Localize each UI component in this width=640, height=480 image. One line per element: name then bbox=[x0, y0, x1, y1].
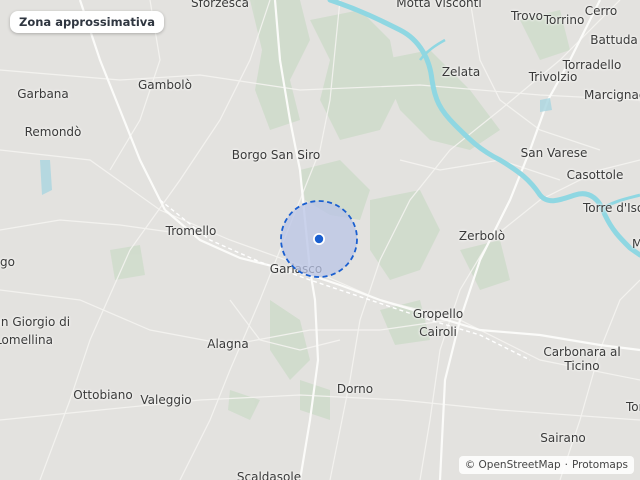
attribution-osm-link[interactable]: © OpenStreetMap bbox=[465, 459, 561, 471]
map-attribution: © OpenStreetMap · Protomaps bbox=[458, 456, 634, 474]
map-view[interactable]: Sforzesca Motta Visconti Trovo Torrino C… bbox=[0, 0, 640, 480]
attribution-protomaps-link[interactable]: Protomaps bbox=[572, 459, 628, 471]
attribution-separator: · bbox=[564, 459, 568, 471]
location-overlay bbox=[280, 200, 358, 278]
approximate-zone-badge: Zona approssimativa bbox=[10, 11, 165, 33]
location-marker-icon[interactable] bbox=[314, 234, 324, 244]
